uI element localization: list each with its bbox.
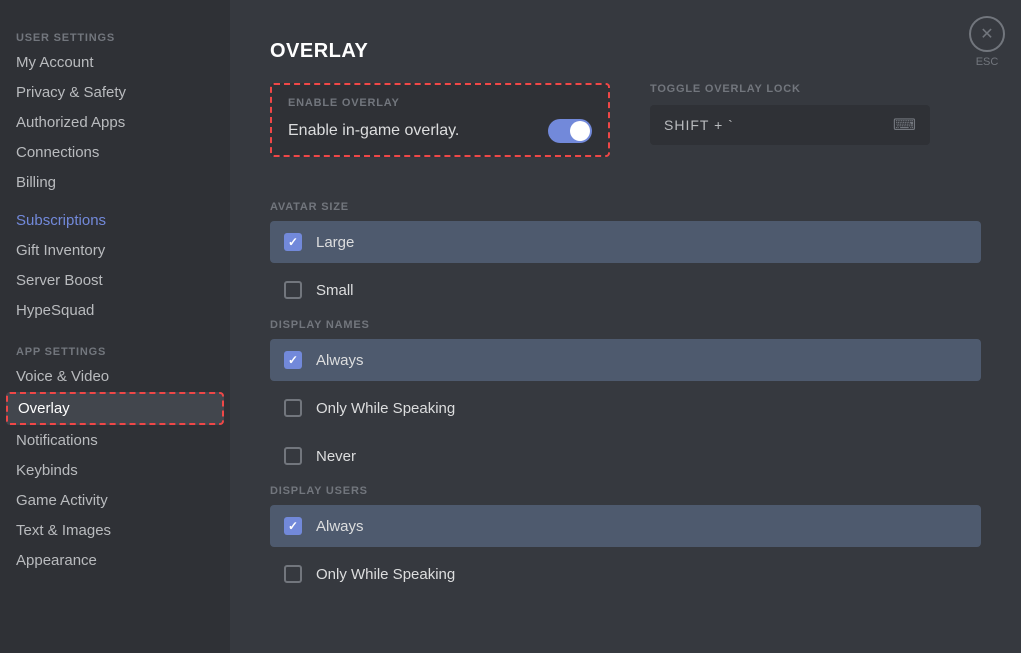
sidebar-item-connections[interactable]: Connections	[6, 138, 224, 167]
overlay-lock-section: TOGGLE OVERLAY LOCK SHIFT + ` ⌨	[650, 83, 981, 145]
divider	[16, 329, 214, 330]
checkbox-dn-never	[284, 447, 302, 465]
sidebar-item-label: Keybinds	[16, 462, 78, 479]
enable-overlay-box: ENABLE OVERLAY Enable in-game overlay.	[270, 83, 610, 157]
keybind-row[interactable]: SHIFT + ` ⌨	[650, 105, 930, 145]
sidebar-item-appearance[interactable]: Appearance	[6, 546, 224, 575]
sidebar-item-label: Connections	[16, 144, 99, 161]
toggle-row: Enable in-game overlay.	[288, 119, 592, 143]
sidebar-item-game-activity[interactable]: Game Activity	[6, 486, 224, 515]
display-names-speaking-label: Only While Speaking	[316, 400, 455, 417]
display-users-always-label: Always	[316, 518, 364, 535]
sidebar-item-label: Gift Inventory	[16, 242, 105, 259]
display-users-speaking[interactable]: Only While Speaking	[270, 553, 981, 595]
sidebar: USER SETTINGS My Account Privacy & Safet…	[0, 0, 230, 653]
display-names-always-label: Always	[316, 352, 364, 369]
sidebar-item-label: Billing	[16, 174, 56, 191]
sidebar-item-label: Appearance	[16, 552, 97, 569]
sidebar-item-label: Game Activity	[16, 492, 108, 509]
sidebar-item-label: Overlay	[18, 400, 70, 417]
display-names-header: DISPLAY NAMES	[270, 319, 981, 331]
display-names-never-label: Never	[316, 448, 356, 465]
display-users-always[interactable]: ✓ Always	[270, 505, 981, 547]
sidebar-item-hypesquad[interactable]: HypeSquad	[6, 296, 224, 325]
overlay-lock-label: TOGGLE OVERLAY LOCK	[650, 83, 981, 95]
avatar-size-small[interactable]: Small	[270, 269, 981, 311]
sidebar-item-keybinds[interactable]: Keybinds	[6, 456, 224, 485]
sidebar-item-overlay[interactable]: Overlay	[6, 392, 224, 425]
display-users-header: DISPLAY USERS	[270, 485, 981, 497]
sidebar-item-privacy-safety[interactable]: Privacy & Safety	[6, 78, 224, 107]
sidebar-item-label: HypeSquad	[16, 302, 94, 319]
avatar-size-header: AVATAR SIZE	[270, 201, 981, 213]
sidebar-item-label: Authorized Apps	[16, 114, 125, 131]
avatar-size-small-label: Small	[316, 282, 354, 299]
enable-overlay-label: ENABLE OVERLAY	[288, 97, 592, 109]
checkbox-dn-always: ✓	[284, 351, 302, 369]
esc-label: ESC	[969, 56, 1005, 68]
sidebar-item-label: Notifications	[16, 432, 98, 449]
checkbox-small	[284, 281, 302, 299]
app-settings-label: APP SETTINGS	[6, 338, 224, 362]
sidebar-item-label: Text & Images	[16, 522, 111, 539]
close-icon: ✕	[980, 24, 993, 44]
main-content: OVERLAY ENABLE OVERLAY Enable in-game ov…	[230, 0, 1021, 653]
avatar-size-large-label: Large	[316, 234, 354, 251]
sidebar-item-authorized-apps[interactable]: Authorized Apps	[6, 108, 224, 137]
sidebar-item-my-account[interactable]: My Account	[6, 48, 224, 77]
avatar-size-large[interactable]: ✓ Large	[270, 221, 981, 263]
display-names-always[interactable]: ✓ Always	[270, 339, 981, 381]
keybind-text: SHIFT + `	[664, 117, 734, 133]
page-title: OVERLAY	[270, 40, 981, 63]
sidebar-item-billing[interactable]: Billing	[6, 168, 224, 197]
sidebar-item-server-boost[interactable]: Server Boost	[6, 266, 224, 295]
checkbox-du-always: ✓	[284, 517, 302, 535]
display-users-speaking-label: Only While Speaking	[316, 566, 455, 583]
sidebar-item-subscriptions[interactable]: Subscriptions	[6, 206, 224, 235]
sidebar-item-voice-video[interactable]: Voice & Video	[6, 362, 224, 391]
sidebar-item-text-images[interactable]: Text & Images	[6, 516, 224, 545]
keyboard-icon: ⌨	[893, 115, 916, 135]
enable-overlay-text: Enable in-game overlay.	[288, 122, 459, 140]
checkbox-large: ✓	[284, 233, 302, 251]
sidebar-item-label: Voice & Video	[16, 368, 109, 385]
display-names-never[interactable]: Never	[270, 435, 981, 477]
divider	[16, 201, 214, 202]
overlay-toggle[interactable]	[548, 119, 592, 143]
sidebar-item-notifications[interactable]: Notifications	[6, 426, 224, 455]
sidebar-item-label: Subscriptions	[16, 212, 106, 229]
checkbox-du-speaking	[284, 565, 302, 583]
sidebar-item-label: Privacy & Safety	[16, 84, 126, 101]
toggle-knob	[570, 121, 590, 141]
user-settings-label: USER SETTINGS	[6, 24, 224, 48]
display-names-speaking[interactable]: Only While Speaking	[270, 387, 981, 429]
sidebar-item-label: Server Boost	[16, 272, 103, 289]
checkbox-dn-speaking	[284, 399, 302, 417]
top-section: ENABLE OVERLAY Enable in-game overlay. T…	[270, 83, 981, 177]
sidebar-item-gift-inventory[interactable]: Gift Inventory	[6, 236, 224, 265]
close-button[interactable]: ✕	[969, 16, 1005, 52]
sidebar-item-label: My Account	[16, 54, 94, 71]
